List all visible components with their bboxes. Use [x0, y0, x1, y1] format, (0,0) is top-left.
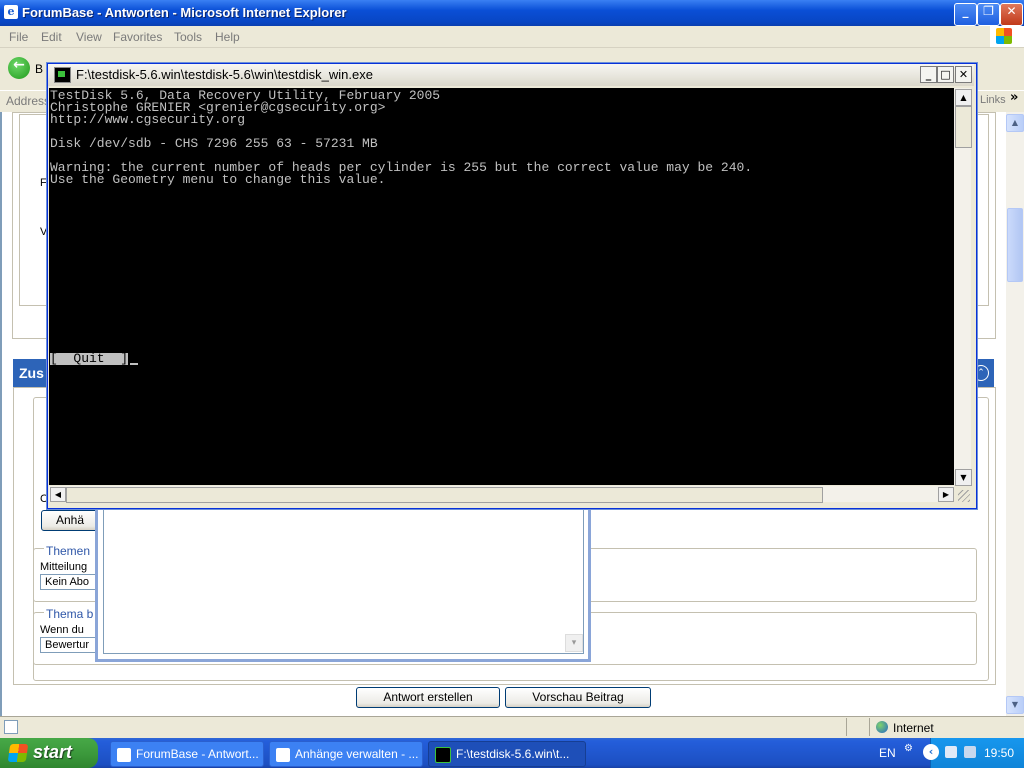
ie-page-icon [117, 747, 131, 762]
console-close-icon[interactable]: ✕ [955, 66, 972, 83]
upload-attachments-button[interactable]: Anhä [41, 510, 99, 531]
minimize-icon[interactable]: _ [954, 3, 977, 26]
submit-reply-button[interactable]: Antwort erstellen [356, 687, 500, 708]
restore-icon[interactable]: ❐ [977, 3, 1000, 26]
popup-scroll-down-icon[interactable]: ▾ [565, 634, 583, 652]
console-resize-grip-icon[interactable] [958, 490, 970, 502]
clock: 19:50 [984, 746, 1015, 760]
status-bar [0, 716, 1024, 739]
ie-page-icon [276, 747, 290, 762]
topic-legend: Themen [44, 544, 98, 558]
tray-app-icon[interactable] [945, 746, 957, 758]
status-separator [869, 718, 870, 736]
links-label[interactable]: Links [980, 94, 1006, 106]
console-maximize-icon[interactable]: □ [937, 66, 954, 83]
links-chevron-icon[interactable]: » [1010, 90, 1018, 105]
console-line-url: http://www.cgsecurity.org [50, 112, 246, 127]
page-scroll-down-icon[interactable]: ▼ [1006, 696, 1024, 714]
network-icon[interactable] [964, 746, 976, 758]
taskbar-item-label: F:\testdisk-5.6.win\t... [456, 747, 570, 761]
menu-tools[interactable]: Tools [174, 30, 202, 44]
status-separator [846, 718, 847, 736]
back-arrow-icon[interactable]: ← [8, 57, 30, 79]
console-scroll-up-icon[interactable]: ▲ [955, 89, 972, 106]
internet-zone-icon [876, 721, 888, 733]
language-indicator[interactable]: EN [879, 746, 896, 760]
menu-help[interactable]: Help [215, 30, 240, 44]
taskbar-item-label: ForumBase - Antwort... [136, 747, 259, 761]
console-minimize-icon[interactable]: _ [920, 66, 937, 83]
console-scroll-down-icon[interactable]: ▼ [955, 469, 972, 486]
popup-textarea[interactable] [103, 507, 584, 654]
console-horizontal-thumb[interactable] [66, 487, 823, 503]
back-button-label[interactable]: B [35, 62, 43, 76]
console-line-disk: Disk /dev/sdb - CHS 7296 255 63 - 57231 … [50, 136, 378, 151]
console-app-icon [54, 67, 71, 83]
notify-select[interactable]: Kein Abo [40, 574, 96, 590]
menu-edit[interactable]: Edit [41, 30, 62, 44]
page-scroll-up-icon[interactable]: ▲ [1006, 114, 1024, 132]
taskbar-item-testdisk[interactable]: F:\testdisk-5.6.win\t... [428, 741, 586, 767]
page-scrollbar[interactable] [1006, 112, 1024, 716]
notify-label: Mitteilung [40, 561, 88, 573]
section-title: Zus [19, 365, 44, 381]
menu-favorites[interactable]: Favorites [113, 30, 162, 44]
page-status-icon [4, 720, 18, 734]
taskbar-item-label: Anhänge verwalten - ... [295, 747, 419, 761]
taskbar-item-attachments[interactable]: Anhänge verwalten - ... [269, 741, 423, 767]
show-hidden-icons-icon[interactable]: ‹ [923, 744, 939, 760]
taskbar-item-forumbase[interactable]: ForumBase - Antwort... [110, 741, 264, 767]
browser-title: ForumBase - Antworten - Microsoft Intern… [22, 5, 347, 20]
rate-text: Wenn du [40, 624, 84, 636]
console-vertical-thumb[interactable] [955, 106, 972, 148]
menu-file[interactable]: File [9, 30, 28, 44]
console-quit-option[interactable]: [ Quit ] [50, 352, 129, 365]
tray-settings-icon[interactable]: ⚙ [904, 743, 918, 757]
ie-icon: e [4, 5, 18, 19]
rate-legend: Thema b [44, 607, 98, 621]
rate-select[interactable]: Bewertur [40, 637, 96, 653]
security-zone-label: Internet [893, 721, 934, 735]
windows-flag-icon [996, 28, 1012, 44]
console-line-geometry: Use the Geometry menu to change this val… [50, 172, 386, 187]
console-cursor [130, 363, 138, 365]
start-label: start [33, 742, 73, 762]
start-flag-icon [7, 744, 29, 762]
console-scroll-right-icon[interactable]: ▶ [938, 487, 954, 502]
address-label: Address [6, 94, 51, 108]
page-scroll-thumb[interactable] [1007, 208, 1023, 282]
preview-post-button[interactable]: Vorschau Beitrag [505, 687, 651, 708]
close-icon[interactable]: ✕ [1000, 3, 1023, 26]
console-scroll-left-icon[interactable]: ◀ [50, 487, 66, 502]
console-app-icon [435, 746, 451, 763]
console-title: F:\testdisk-5.6.win\testdisk-5.6\win\tes… [76, 67, 373, 82]
menu-view[interactable]: View [76, 30, 102, 44]
